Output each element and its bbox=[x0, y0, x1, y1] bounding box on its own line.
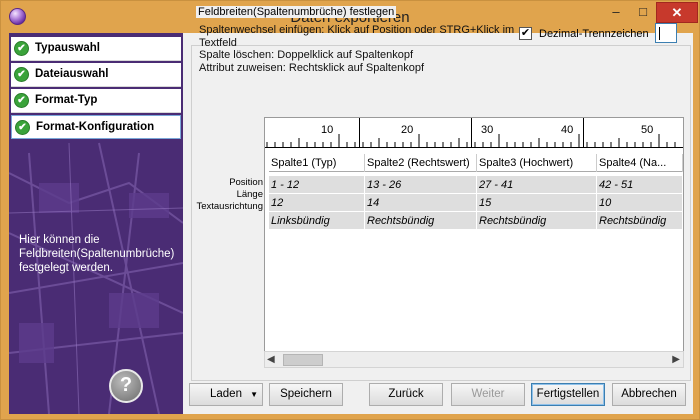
step-complete-check-icon: ✔ bbox=[14, 41, 29, 56]
instruction-line: Spalte löschen: Doppelklick auf Spaltenk… bbox=[199, 49, 414, 61]
column-header[interactable]: Spalte1 (Typ) bbox=[269, 154, 365, 172]
finish-button[interactable]: Fertigstellen bbox=[531, 383, 605, 406]
column-break-marker[interactable] bbox=[583, 118, 584, 148]
row-label-length: Länge bbox=[236, 189, 263, 200]
close-button[interactable]: ✕ bbox=[656, 2, 698, 23]
column-break-marker[interactable] bbox=[359, 118, 360, 148]
maximize-button[interactable]: □ bbox=[630, 2, 656, 23]
position-cell: 13 - 26 bbox=[365, 176, 477, 194]
length-cell: 14 bbox=[365, 194, 477, 212]
step-label: Dateiauswahl bbox=[35, 68, 109, 80]
alignment-cell: Linksbündig bbox=[269, 212, 365, 230]
text-caret bbox=[659, 27, 660, 40]
step-complete-check-icon: ✔ bbox=[15, 120, 30, 135]
wizard-nav-panel: ✔ Typauswahl ✔ Dateiauswahl ✔ Format-Typ… bbox=[9, 33, 183, 414]
character-ruler[interactable]: 10 20 30 40 50 bbox=[265, 118, 683, 148]
step-label: Format-Typ bbox=[35, 94, 98, 106]
step-label: Typauswahl bbox=[35, 42, 100, 54]
scrollbar-thumb[interactable] bbox=[283, 354, 323, 366]
position-cell: 42 - 51 bbox=[597, 176, 683, 194]
row-label-alignment: Textausrichtung bbox=[196, 201, 263, 212]
step-format-typ[interactable]: ✔ Format-Typ bbox=[11, 89, 181, 113]
scroll-left-arrow-icon[interactable]: ◀ bbox=[267, 354, 275, 365]
minimize-button[interactable]: – bbox=[602, 2, 630, 23]
length-row: 12 14 15 10 bbox=[269, 194, 683, 212]
ruler-tick-label: 10 bbox=[321, 124, 334, 136]
length-cell: 10 bbox=[597, 194, 683, 212]
decimal-separator-checkbox[interactable]: ✔ bbox=[519, 27, 532, 40]
export-dialog: Daten exportieren – □ ✕ bbox=[0, 0, 700, 420]
save-button[interactable]: Speichern bbox=[269, 383, 343, 406]
groupbox-legend: Feldbreiten(Spaltenumbrüche) festlegen bbox=[196, 6, 397, 18]
back-button[interactable]: Zurück bbox=[369, 383, 443, 406]
alignment-cell: Rechtsbündig bbox=[597, 212, 683, 230]
column-header-row: Spalte1 (Typ) Spalte2 (Rechtswert) Spalt… bbox=[269, 154, 683, 172]
step-complete-check-icon: ✔ bbox=[14, 67, 29, 82]
column-editor[interactable]: 10 20 30 40 50 Spalte1 (Typ) Spalte2 (Re… bbox=[264, 117, 684, 352]
scroll-right-arrow-icon[interactable]: ▶ bbox=[672, 354, 680, 365]
help-icon[interactable]: ? bbox=[109, 369, 143, 403]
ruler-tick-label: 40 bbox=[561, 124, 574, 136]
decimal-separator-label[interactable]: Dezimal-Trennzeichen bbox=[539, 28, 649, 40]
alignment-cell: Rechtsbündig bbox=[477, 212, 597, 230]
length-cell: 15 bbox=[477, 194, 597, 212]
next-button[interactable]: Weiter bbox=[451, 383, 525, 406]
position-cell: 1 - 12 bbox=[269, 176, 365, 194]
column-break-marker[interactable] bbox=[471, 118, 472, 148]
alignment-row: Linksbündig Rechtsbündig Rechtsbündig Re… bbox=[269, 212, 683, 230]
step-description: Hier können die Feldbreiten(Spaltenumbrü… bbox=[19, 234, 175, 274]
row-label-position: Position bbox=[229, 177, 263, 188]
position-row: 1 - 12 13 - 26 27 - 41 42 - 51 bbox=[269, 176, 683, 194]
horizontal-scrollbar[interactable]: ◀ ▶ bbox=[264, 351, 684, 368]
alignment-cell: Rechtsbündig bbox=[365, 212, 477, 230]
step-format-konfiguration[interactable]: ✔ Format-Konfiguration bbox=[11, 115, 181, 139]
ruler-tick-label: 20 bbox=[401, 124, 414, 136]
position-cell: 27 - 41 bbox=[477, 176, 597, 194]
instructions: Spaltenwechsel einfügen: Klick auf Posit… bbox=[199, 24, 517, 74]
column-header[interactable]: Spalte3 (Hochwert) bbox=[477, 154, 597, 172]
decimal-separator-input[interactable] bbox=[655, 23, 677, 43]
cancel-button[interactable]: Abbrechen bbox=[612, 383, 686, 406]
column-header[interactable]: Spalte4 (Na... bbox=[597, 154, 683, 172]
ruler-tick-label: 50 bbox=[641, 124, 654, 136]
column-header[interactable]: Spalte2 (Rechtswert) bbox=[365, 154, 477, 172]
row-labels: Position Länge Textausrichtung bbox=[189, 177, 263, 213]
load-dropdown-button[interactable]: Laden ▼ bbox=[189, 383, 263, 406]
ruler-tick-label: 30 bbox=[481, 124, 494, 136]
step-complete-check-icon: ✔ bbox=[14, 93, 29, 108]
instruction-line: Spaltenwechsel einfügen: Klick auf Posit… bbox=[199, 24, 515, 49]
instruction-line: Attribut zuweisen: Rechtsklick auf Spalt… bbox=[199, 61, 425, 74]
load-button-label: Laden bbox=[210, 388, 242, 400]
length-cell: 12 bbox=[269, 194, 365, 212]
chevron-down-icon: ▼ bbox=[250, 390, 258, 399]
step-label: Format-Konfiguration bbox=[36, 121, 155, 133]
step-typauswahl[interactable]: ✔ Typauswahl bbox=[11, 37, 181, 61]
step-dateiauswahl[interactable]: ✔ Dateiauswahl bbox=[11, 63, 181, 87]
